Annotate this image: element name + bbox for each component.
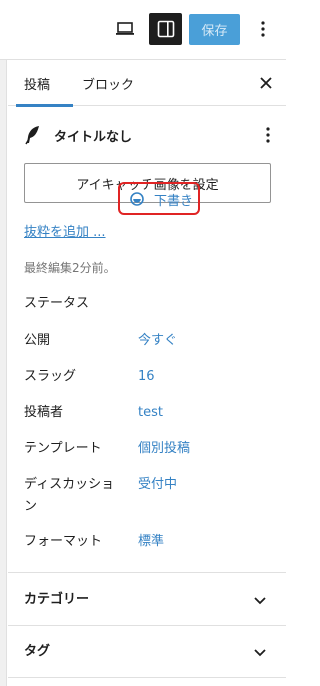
meta-row-publish: 公開 今すぐ [24, 330, 274, 352]
author-label: 投稿者 [24, 405, 64, 420]
close-icon [260, 77, 272, 89]
slug-label: スラッグ [24, 369, 77, 384]
template-label: テンプレート [24, 441, 102, 456]
meta-row-status: ステータス [24, 293, 274, 315]
meta-row-slug: スラッグ 16 [24, 366, 274, 388]
publish-label: 公開 [24, 333, 51, 348]
sidebar-tabs: 投稿 ブロック [8, 60, 286, 107]
laptop-icon [116, 22, 134, 35]
more-vertical-icon [261, 21, 265, 37]
tab-block[interactable]: ブロック [82, 60, 134, 106]
meta-row-discussion: ディスカッション 受付中 [24, 474, 274, 518]
tags-panel[interactable]: タグ [8, 626, 286, 678]
format-label: フォーマット [24, 534, 103, 549]
discussion-label: ディスカッション [24, 477, 115, 514]
publish-value[interactable]: 今すぐ [138, 330, 177, 352]
save-button[interactable]: 保存 [189, 14, 240, 45]
post-title: タイトルなし [54, 129, 133, 145]
discussion-value[interactable]: 受付中 [138, 474, 177, 496]
editor-toolbar: 保存 [0, 0, 286, 60]
chevron-down-icon [254, 649, 266, 657]
draft-status-icon [130, 192, 144, 206]
options-menu-button[interactable] [250, 13, 276, 45]
format-value[interactable]: 標準 [138, 531, 164, 553]
canvas-edge [0, 60, 7, 686]
preview-device-button[interactable] [108, 13, 142, 45]
sidebar-panel-icon [157, 20, 174, 38]
post-summary-panel: タイトルなし アイキャッチ画像を設定 抜粋を追加 ... 最終編集2分前。 ステ… [8, 107, 286, 573]
categories-panel-title: カテゴリー [24, 592, 90, 607]
tab-post[interactable]: 投稿 [16, 60, 73, 107]
status-value: 下書き [154, 193, 194, 209]
status-value-button[interactable]: 下書き [130, 188, 193, 210]
add-excerpt-link[interactable]: 抜粋を追加 ... [24, 221, 106, 240]
meta-row-template: テンプレート 個別投稿 [24, 438, 274, 460]
status-label: ステータス [24, 296, 90, 311]
more-vertical-icon [266, 127, 270, 143]
template-value[interactable]: 個別投稿 [138, 438, 190, 460]
close-sidebar-button[interactable] [256, 73, 276, 93]
author-value[interactable]: test [138, 402, 163, 424]
meta-row-author: 投稿者 test [24, 402, 274, 424]
settings-sidebar-toggle[interactable] [149, 13, 182, 45]
slug-value[interactable]: 16 [138, 366, 155, 388]
categories-panel[interactable]: カテゴリー [8, 574, 286, 626]
post-title-row: タイトルなし [24, 123, 274, 147]
meta-row-format: フォーマット 標準 [24, 531, 274, 553]
last-edited-text: 最終編集2分前。 [24, 261, 116, 275]
post-actions-button[interactable] [258, 123, 278, 147]
tags-panel-title: タグ [24, 644, 51, 659]
chevron-down-icon [254, 597, 266, 605]
feather-icon [25, 126, 39, 145]
